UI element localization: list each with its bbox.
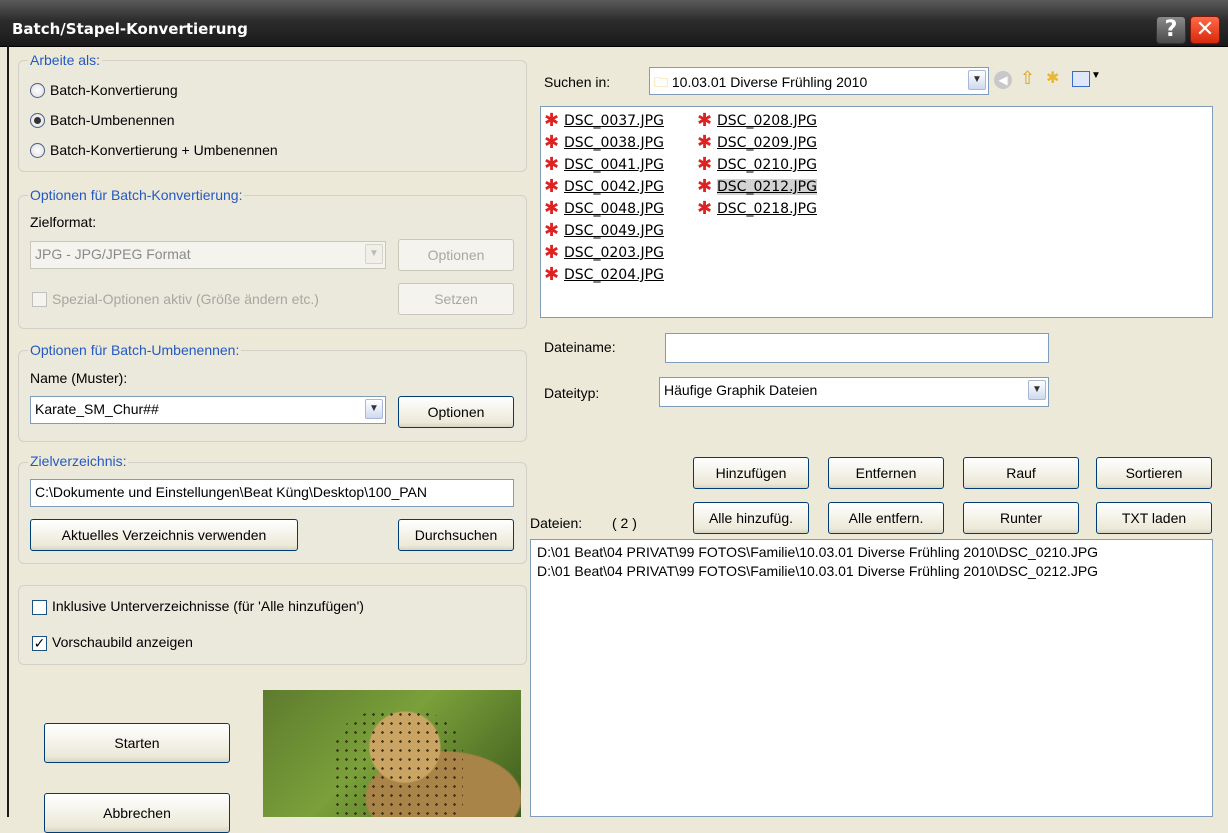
add-button[interactable]: Hinzufügen bbox=[693, 457, 809, 489]
set-button[interactable]: Setzen bbox=[398, 283, 514, 315]
window-left-border bbox=[7, 46, 9, 817]
back-icon[interactable]: ◀ bbox=[994, 71, 1012, 89]
filetype-select[interactable]: Häufige Graphik Dateien ▼ bbox=[659, 377, 1049, 407]
move-down-button[interactable]: Runter bbox=[963, 502, 1079, 534]
target-format-value: JPG - JPG/JPEG Format bbox=[35, 246, 191, 262]
file-item[interactable]: DSC_0038.JPG bbox=[544, 132, 664, 154]
remove-button[interactable]: Entfernen bbox=[828, 457, 944, 489]
file-item[interactable]: DSC_0204.JPG bbox=[544, 264, 664, 286]
image-file-icon bbox=[697, 198, 715, 219]
flags-group bbox=[18, 585, 527, 665]
close-button[interactable]: ✕ bbox=[1190, 16, 1220, 44]
file-item[interactable]: DSC_0203.JPG bbox=[544, 242, 664, 264]
radio-batch-convert-label[interactable]: Batch-Konvertierung bbox=[50, 82, 178, 98]
chevron-down-icon: ▼ bbox=[1028, 380, 1046, 400]
image-file-icon bbox=[697, 154, 715, 175]
radio-batch-convert[interactable] bbox=[30, 83, 45, 98]
radio-convert-rename[interactable] bbox=[30, 143, 45, 158]
folder-icon: 🗀 bbox=[654, 74, 668, 90]
load-txt-button[interactable]: TXT laden bbox=[1096, 502, 1212, 534]
sort-button[interactable]: Sortieren bbox=[1096, 457, 1212, 489]
preview-image bbox=[263, 690, 521, 817]
view-menu-arrow-icon[interactable]: ▼ bbox=[1091, 70, 1101, 81]
rename-options-button[interactable]: Optionen bbox=[398, 396, 514, 428]
image-file-icon bbox=[544, 154, 562, 175]
include-subdirs-checkbox[interactable] bbox=[32, 600, 47, 615]
files-count: ( 2 ) bbox=[612, 515, 637, 531]
target-format-label: Zielformat: bbox=[30, 214, 97, 230]
file-item[interactable]: DSC_0218.JPG bbox=[697, 198, 817, 220]
file-item[interactable]: DSC_0041.JPG bbox=[544, 154, 664, 176]
pattern-value: Karate_SM_Chur## bbox=[35, 401, 159, 417]
help-button[interactable]: ? bbox=[1156, 16, 1186, 44]
chevron-down-icon: ▼ bbox=[968, 70, 986, 90]
cancel-button[interactable]: Abbrechen bbox=[44, 793, 230, 833]
up-folder-icon[interactable]: ⇧ bbox=[1020, 68, 1035, 89]
use-current-dir-button[interactable]: Aktuelles Verzeichnis verwenden bbox=[30, 519, 298, 551]
file-item[interactable]: DSC_0210.JPG bbox=[697, 154, 817, 176]
pattern-select[interactable]: Karate_SM_Chur## ▼ bbox=[30, 396, 386, 424]
file-item[interactable]: DSC_0049.JPG bbox=[544, 220, 664, 242]
target-dir-input[interactable]: C:\Dokumente und Einstellungen\Beat Küng… bbox=[30, 479, 514, 507]
show-preview-checkbox[interactable]: ✓ bbox=[32, 636, 47, 651]
image-file-icon bbox=[697, 132, 715, 153]
file-item[interactable]: DSC_0209.JPG bbox=[697, 132, 817, 154]
file-column-2: DSC_0208.JPG DSC_0209.JPG DSC_0210.JPG D… bbox=[697, 110, 817, 220]
new-folder-icon[interactable]: ✱ bbox=[1046, 68, 1059, 88]
list-item[interactable]: D:\01 Beat\04 PRIVAT\99 FOTOS\Familie\10… bbox=[537, 563, 1206, 582]
window-title: Batch/Stapel-Konvertierung bbox=[12, 20, 248, 38]
convert-options-button[interactable]: Optionen bbox=[398, 239, 514, 271]
start-button[interactable]: Starten bbox=[44, 723, 230, 763]
move-up-button[interactable]: Rauf bbox=[963, 457, 1079, 489]
rename-options-label: Optionen für Batch-Umbenennen: bbox=[28, 342, 242, 358]
selected-files-list[interactable]: D:\01 Beat\04 PRIVAT\99 FOTOS\Familie\10… bbox=[530, 539, 1213, 817]
mode-group-label: Arbeite als: bbox=[28, 52, 103, 68]
image-file-icon bbox=[544, 220, 562, 241]
special-options-label: Spezial-Optionen aktiv (Größe ändern etc… bbox=[52, 291, 319, 307]
view-menu-icon[interactable] bbox=[1072, 71, 1090, 87]
look-in-value: 10.03.01 Diverse Frühling 2010 bbox=[671, 74, 868, 90]
target-format-select[interactable]: JPG - JPG/JPEG Format ▼ bbox=[30, 241, 386, 269]
list-item[interactable]: D:\01 Beat\04 PRIVAT\99 FOTOS\Familie\10… bbox=[537, 544, 1206, 563]
image-file-icon bbox=[544, 242, 562, 263]
pattern-label: Name (Muster): bbox=[30, 370, 128, 386]
remove-all-button[interactable]: Alle entfern. bbox=[828, 502, 944, 534]
image-file-icon bbox=[544, 198, 562, 219]
image-file-icon bbox=[544, 110, 562, 131]
radio-batch-rename[interactable] bbox=[30, 113, 45, 128]
special-options-checkbox[interactable] bbox=[32, 292, 47, 307]
convert-options-label: Optionen für Batch-Konvertierung: bbox=[28, 187, 245, 203]
file-item[interactable]: DSC_0042.JPG bbox=[544, 176, 664, 198]
image-file-icon bbox=[544, 132, 562, 153]
file-item[interactable]: DSC_0048.JPG bbox=[544, 198, 664, 220]
filetype-label: Dateityp: bbox=[544, 385, 600, 401]
look-in-select[interactable]: 🗀 10.03.01 Diverse Frühling 2010 ▼ bbox=[649, 67, 989, 95]
file-item[interactable]: DSC_0037.JPG bbox=[544, 110, 664, 132]
radio-convert-rename-label[interactable]: Batch-Konvertierung + Umbenennen bbox=[50, 142, 278, 158]
target-dir-label: Zielverzeichnis: bbox=[28, 453, 129, 469]
filetype-value: Häufige Graphik Dateien bbox=[664, 382, 818, 398]
chevron-down-icon: ▼ bbox=[365, 399, 383, 419]
image-file-icon bbox=[544, 176, 562, 197]
radio-batch-rename-label[interactable]: Batch-Umbenennen bbox=[50, 112, 175, 128]
filename-label: Dateiname: bbox=[544, 339, 616, 355]
include-subdirs-label[interactable]: Inklusive Unterverzeichnisse (für 'Alle … bbox=[52, 598, 364, 614]
filename-input[interactable] bbox=[665, 333, 1049, 363]
file-item-selected[interactable]: DSC_0212.JPG bbox=[697, 176, 817, 198]
show-preview-label[interactable]: Vorschaubild anzeigen bbox=[52, 634, 193, 650]
chevron-down-icon: ▼ bbox=[365, 244, 383, 264]
image-file-icon bbox=[697, 110, 715, 131]
image-file-icon bbox=[544, 264, 562, 285]
file-column-1: DSC_0037.JPG DSC_0038.JPG DSC_0041.JPG D… bbox=[544, 110, 664, 286]
files-label: Dateien: bbox=[530, 515, 583, 531]
look-in-label: Suchen in: bbox=[544, 74, 611, 90]
add-all-button[interactable]: Alle hinzufüg. bbox=[693, 502, 809, 534]
cheetah-pattern bbox=[333, 710, 463, 817]
file-item[interactable]: DSC_0208.JPG bbox=[697, 110, 817, 132]
browse-button[interactable]: Durchsuchen bbox=[398, 519, 514, 551]
image-file-icon bbox=[697, 176, 715, 197]
